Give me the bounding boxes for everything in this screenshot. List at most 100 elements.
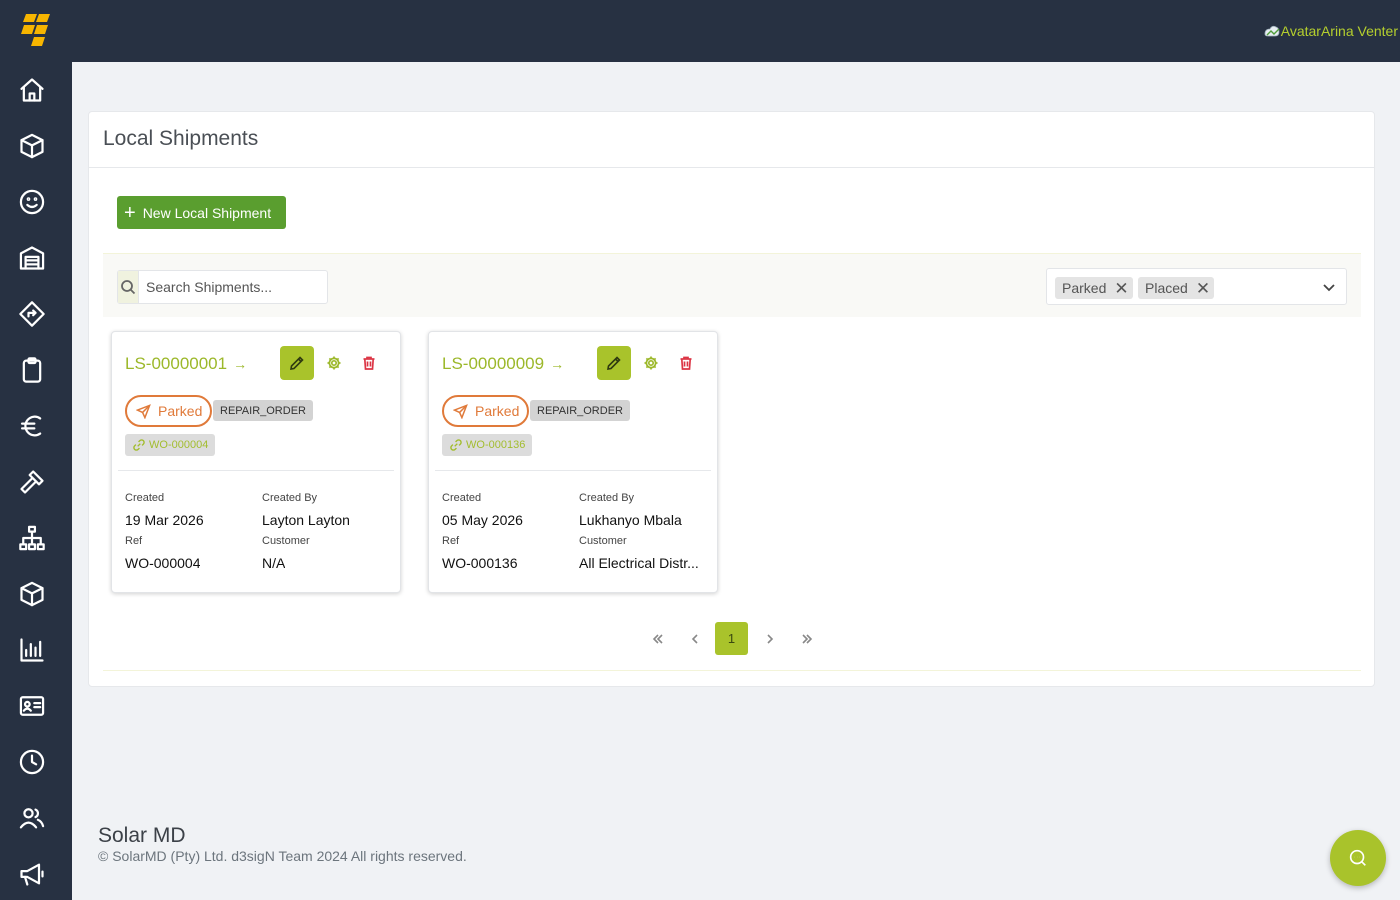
edit-button[interactable] [597,346,631,380]
smiley-icon [19,189,45,215]
status-badge: Parked [442,395,530,427]
filter-bar: Parked ✕ Placed ✕ [103,254,1361,317]
shipment-id: LS-00000009 [442,354,545,373]
created-by-label: Created By [579,492,635,504]
search-icon [118,271,139,303]
sidebar-item-finance[interactable] [16,410,48,442]
work-order-label: WO-000004 [149,439,209,451]
pencil-icon [290,356,304,370]
remove-chip-icon[interactable]: ✕ [1114,280,1128,297]
trash-icon [363,356,375,370]
edit-button[interactable] [280,346,314,380]
customer-label: Customer [262,535,310,547]
settings-button[interactable] [326,355,342,371]
page-button-current[interactable]: 1 [715,622,748,655]
sidebar-item-contacts[interactable] [16,690,48,722]
euro-icon [20,415,42,437]
created-label: Created [125,492,165,504]
next-page-button[interactable] [753,622,786,655]
shipment-card[interactable]: LS-00000001 → Parked REPAIR_ORDER WO-000… [111,331,401,593]
last-page-button[interactable] [790,622,823,655]
card-divider [118,470,394,471]
shipment-id-link[interactable]: LS-00000009 → [442,354,564,374]
chevron-down-icon[interactable] [1321,279,1337,295]
sidebar-item-repairs[interactable] [16,466,48,498]
ref-label: Ref [442,535,460,547]
megaphone-icon [20,863,44,886]
filter-chip-parked: Parked ✕ [1055,277,1133,299]
sidebar-item-routes[interactable] [16,298,48,330]
footer-copyright: © SolarMD (Pty) Ltd. d3sigN Team 2024 Al… [98,848,467,864]
user-menu[interactable]: AvatarArina Venter [1264,23,1398,39]
first-page-button[interactable] [641,622,674,655]
work-order-link[interactable]: WO-000136 [442,434,533,456]
box-icon [20,133,44,159]
type-badge: REPAIR_ORDER [213,400,313,421]
created-by-value: Layton Layton [262,512,350,528]
sidebar-item-users[interactable] [16,802,48,834]
type-badge: REPAIR_ORDER [530,400,630,421]
customer-value: N/A [262,555,286,571]
chat-button[interactable] [1330,830,1386,886]
user-name: AvatarArina Venter [1280,23,1398,39]
sidebar-item-products[interactable] [16,130,48,162]
ref-label: Ref [125,535,143,547]
status-badge: Parked [125,395,213,427]
new-local-shipment-label: New Local Shipment [142,204,272,221]
sidebar-item-inventory[interactable] [16,578,48,610]
created-by-value: Lukhanyo Mbala [579,512,682,528]
search-input[interactable] [139,271,327,303]
clock-icon [19,749,45,775]
broken-avatar-image-icon [1264,25,1280,37]
double-chevron-left-icon [652,633,663,644]
shipment-id-link[interactable]: LS-00000001 → [125,354,247,374]
sidebar [0,0,72,900]
chevron-left-icon [691,633,698,644]
created-by-label: Created By [262,492,318,504]
sidebar-item-structure[interactable] [16,522,48,554]
filter-chip-label: Parked [1062,280,1107,296]
shipment-id: LS-00000001 [125,354,228,373]
sidebar-item-reports[interactable] [16,634,48,666]
local-shipments-panel: Local Shipments + New Local Shipment Par… [88,111,1375,687]
created-value: 05 May 2026 [442,512,523,528]
work-order-link[interactable]: WO-000004 [125,434,216,456]
trash-icon [680,356,692,370]
send-icon [453,403,468,419]
directions-icon [19,301,45,327]
gear-icon [644,356,658,370]
sidebar-item-orders[interactable] [16,354,48,386]
solarmd-logo[interactable] [20,14,54,46]
customer-label: Customer [579,535,627,547]
remove-chip-icon[interactable]: ✕ [1196,280,1210,297]
sidebar-item-history[interactable] [16,746,48,778]
sidebar-item-home[interactable] [16,74,48,106]
sidebar-item-warehouse[interactable] [16,242,48,274]
sidebar-item-announcements[interactable] [16,858,48,890]
created-label: Created [442,492,482,504]
delete-button[interactable] [361,355,377,371]
pencil-icon [607,356,621,370]
arrow-right-icon: → [233,356,248,372]
shipment-card[interactable]: LS-00000009 → Parked REPAIR_ORDER WO-000… [428,331,718,593]
delete-button[interactable] [678,355,694,371]
settings-button[interactable] [643,355,659,371]
link-icon [450,439,462,451]
status-filter-multiselect[interactable]: Parked ✕ Placed ✕ [1046,268,1347,305]
send-icon [136,403,151,419]
ref-value: WO-000004 [125,555,201,571]
new-local-shipment-button[interactable]: + New Local Shipment [117,196,286,229]
created-value: 19 Mar 2026 [125,512,204,528]
footer-title: Solar MD [98,824,186,847]
sidebar-item-customers[interactable] [16,186,48,218]
panel-header: Local Shipments [89,112,1374,168]
warehouse-icon [19,246,45,270]
status-label: Parked [158,403,203,419]
box-icon [20,581,44,607]
prev-page-button[interactable] [678,622,711,655]
double-chevron-right-icon [801,633,812,644]
bar-chart-icon [20,638,44,662]
ref-value: WO-000136 [442,555,518,571]
hammer-icon [20,470,44,494]
filter-chip-placed: Placed ✕ [1138,277,1215,299]
